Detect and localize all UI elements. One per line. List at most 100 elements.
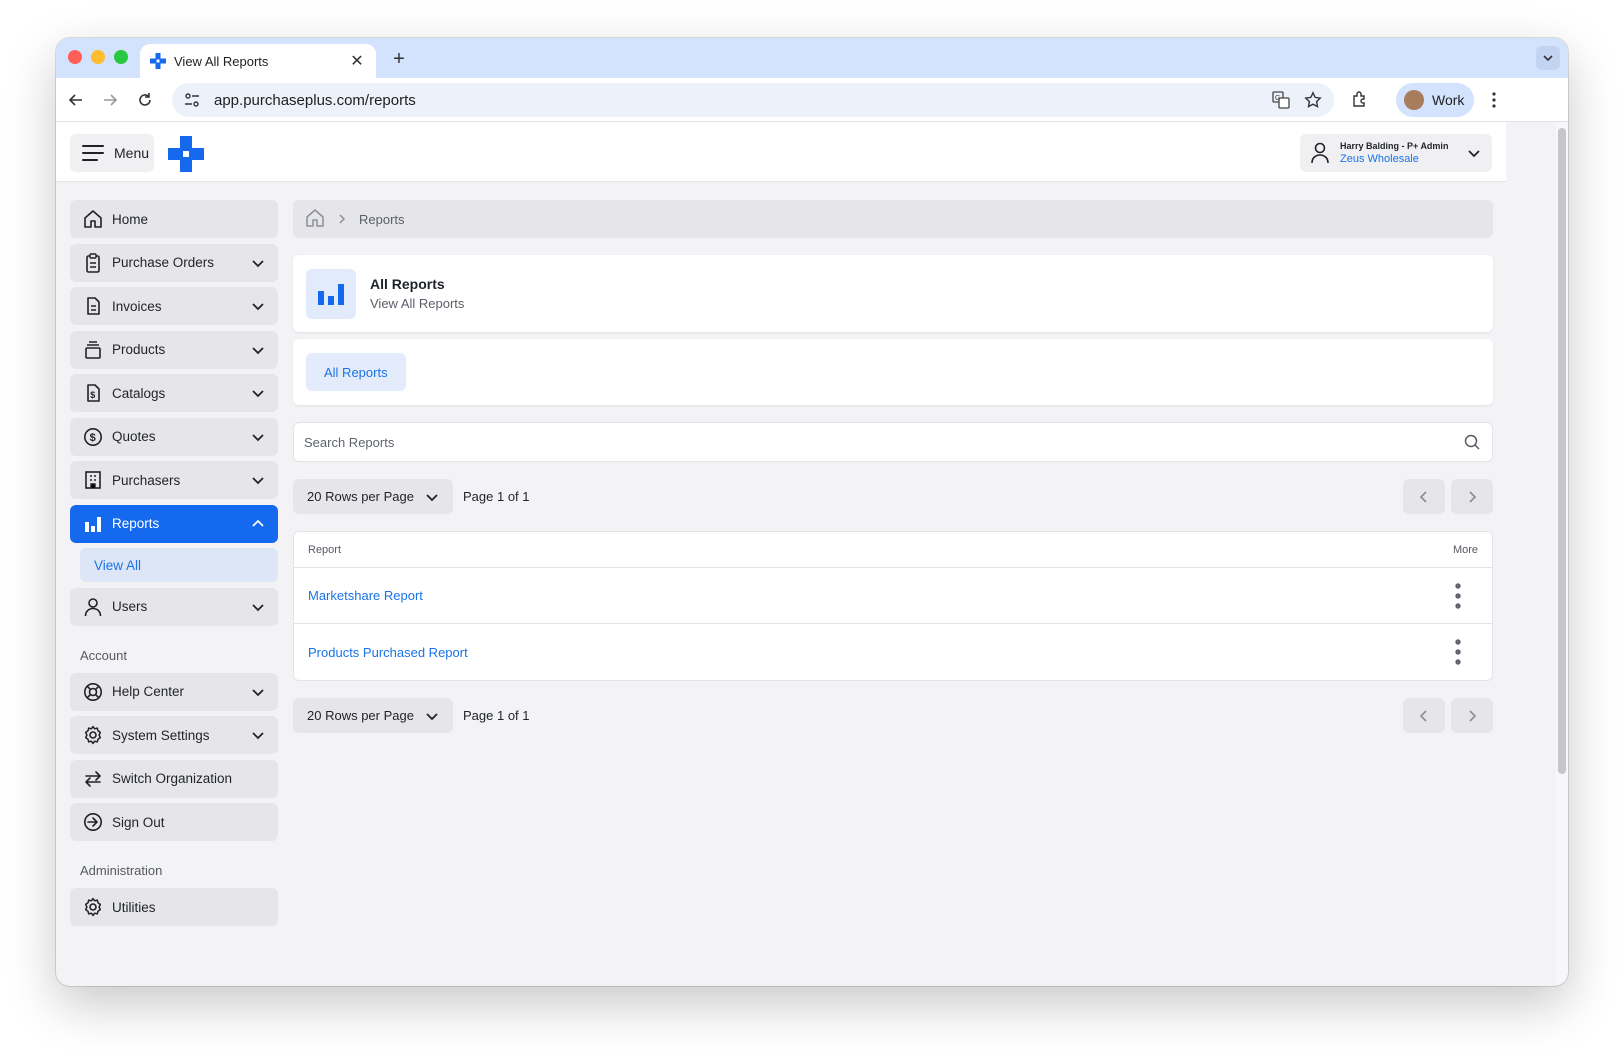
next-page-button[interactable] xyxy=(1451,479,1493,514)
administration-heading: Administration xyxy=(80,863,163,878)
sidebar-item-quotes[interactable]: $ Quotes xyxy=(70,417,278,456)
maximize-window-button[interactable] xyxy=(114,50,128,64)
profile-button[interactable]: Work xyxy=(1396,83,1474,117)
sidebar-item-reports[interactable]: Reports xyxy=(70,504,278,543)
account-heading: Account xyxy=(80,647,127,663)
chevron-down-icon xyxy=(1468,150,1480,158)
previous-page-button[interactable] xyxy=(1403,698,1445,733)
page-title: All Reports xyxy=(370,276,445,292)
browser-tab[interactable]: View All Reports ✕ xyxy=(140,44,376,78)
more-options-icon[interactable] xyxy=(1446,580,1470,612)
sidebar-item-purchase-orders[interactable]: Purchase Orders xyxy=(70,243,278,282)
clipboard-icon xyxy=(82,252,104,274)
building-icon xyxy=(82,469,104,491)
switch-icon xyxy=(82,768,104,790)
document-icon xyxy=(82,295,104,317)
avatar xyxy=(1404,90,1424,110)
page-info: Page 1 of 1 xyxy=(463,708,530,723)
arrow-left-icon xyxy=(68,94,82,106)
sidebar-item-products[interactable]: Products xyxy=(70,330,278,369)
profile-label: Work xyxy=(1432,92,1465,108)
sidebar-item-help-center[interactable]: Help Center xyxy=(70,672,278,711)
rows-per-page-value: 20 Rows per Page xyxy=(307,708,414,723)
page-scrollbar[interactable] xyxy=(1556,122,1568,986)
sidebar-item-system-settings[interactable]: System Settings xyxy=(70,716,278,754)
gear-icon xyxy=(82,896,104,918)
address-bar[interactable]: app.purchaseplus.com/reports G xyxy=(172,83,1334,117)
bookmark-star-icon[interactable] xyxy=(1302,89,1324,111)
previous-page-button[interactable] xyxy=(1403,479,1445,514)
pagination-bottom: 20 Rows per Page Page 1 of 1 xyxy=(293,698,1493,733)
sidebar-item-utilities[interactable]: Utilities xyxy=(70,888,278,926)
browser-menu-button[interactable] xyxy=(1484,88,1504,112)
sidebar-item-catalogs[interactable]: $ Catalogs xyxy=(70,374,278,412)
report-link[interactable]: Marketshare Report xyxy=(308,588,1446,603)
rows-per-page-value: 20 Rows per Page xyxy=(307,489,414,504)
sidebar-item-label: Products xyxy=(112,342,166,357)
chevron-up-icon xyxy=(248,514,268,534)
gear-icon xyxy=(82,724,104,746)
sidebar-item-label: Purchase Orders xyxy=(112,255,215,270)
sidebar-item-label: Sign Out xyxy=(112,814,165,830)
reload-button[interactable] xyxy=(133,88,157,112)
chevron-down-icon xyxy=(248,383,268,403)
forward-button[interactable] xyxy=(98,88,122,112)
rows-per-page-select[interactable]: 20 Rows per Page xyxy=(293,479,453,514)
sidebar-item-sign-out[interactable]: Sign Out xyxy=(70,803,278,841)
tab-all-reports[interactable]: All Reports xyxy=(306,353,406,391)
sidebar-item-home[interactable]: Home xyxy=(70,200,278,238)
chevron-down-icon xyxy=(248,296,268,316)
new-tab-button[interactable]: + xyxy=(386,46,412,72)
search-input[interactable] xyxy=(304,434,1462,450)
user-menu[interactable]: Harry Balding - P+ Admin Zeus Wholesale xyxy=(1300,134,1492,172)
sidebar-item-invoices[interactable]: Invoices xyxy=(70,287,278,325)
svg-text:G: G xyxy=(1275,95,1280,102)
sidebar-item-label: Home xyxy=(112,211,149,227)
purchaseplus-logo[interactable] xyxy=(168,136,204,172)
close-tab-icon[interactable]: ✕ xyxy=(348,52,366,70)
search-icon[interactable] xyxy=(1462,432,1482,452)
sidebar-subitem-view-all[interactable]: View All xyxy=(80,548,278,582)
chevron-down-icon xyxy=(248,725,268,745)
menu-label: Menu xyxy=(114,145,150,161)
close-window-button[interactable] xyxy=(68,50,82,64)
extensions-button[interactable] xyxy=(1348,88,1372,112)
table-row: Products Purchased Report xyxy=(294,624,1492,680)
scrollbar-thumb[interactable] xyxy=(1558,128,1566,774)
chevron-down-icon xyxy=(248,427,268,447)
more-options-icon[interactable] xyxy=(1446,636,1470,668)
sidebar-item-label: Help Center xyxy=(112,684,185,699)
tab-title: View All Reports xyxy=(174,53,269,69)
tab-search-button[interactable] xyxy=(1536,46,1560,70)
app-header: Menu Harry Balding - P+ Admin Zeus Whole… xyxy=(56,122,1506,182)
sidebar-item-label: Invoices xyxy=(112,298,162,314)
svg-text:$: $ xyxy=(90,432,96,444)
home-icon[interactable] xyxy=(305,208,325,231)
chart-icon xyxy=(82,513,104,535)
back-button[interactable] xyxy=(64,88,88,112)
user-name: Harry Balding - P+ Admin xyxy=(1340,141,1449,151)
minimize-window-button[interactable] xyxy=(91,50,105,64)
menu-button[interactable]: Menu xyxy=(70,134,154,172)
main-content: Reports All Reports View All Reports All… xyxy=(293,200,1493,733)
sign-out-icon xyxy=(82,811,104,833)
sidebar-item-label: Users xyxy=(112,599,148,614)
page-info: Page 1 of 1 xyxy=(463,489,530,504)
breadcrumb-current: Reports xyxy=(359,211,405,227)
sidebar-item-purchasers[interactable]: Purchasers xyxy=(70,461,278,499)
chevron-right-icon xyxy=(1469,709,1477,722)
search-bar xyxy=(293,422,1493,462)
rows-per-page-select[interactable]: 20 Rows per Page xyxy=(293,698,453,733)
translate-icon[interactable]: G xyxy=(1270,89,1292,111)
tabs-card: All Reports xyxy=(293,339,1493,405)
report-link[interactable]: Products Purchased Report xyxy=(308,645,1446,660)
sidebar-item-label: Quotes xyxy=(112,429,156,444)
next-page-button[interactable] xyxy=(1451,698,1493,733)
sidebar-item-users[interactable]: Users xyxy=(70,587,278,626)
kebab-icon xyxy=(1492,92,1496,108)
reports-table: Report More Marketshare Report Products … xyxy=(293,531,1493,681)
tab-strip: View All Reports ✕ + xyxy=(56,38,1568,78)
chevron-down-icon xyxy=(248,597,268,617)
dollar-icon: $ xyxy=(82,426,104,448)
sidebar-item-switch-organization[interactable]: Switch Organization xyxy=(70,759,278,798)
